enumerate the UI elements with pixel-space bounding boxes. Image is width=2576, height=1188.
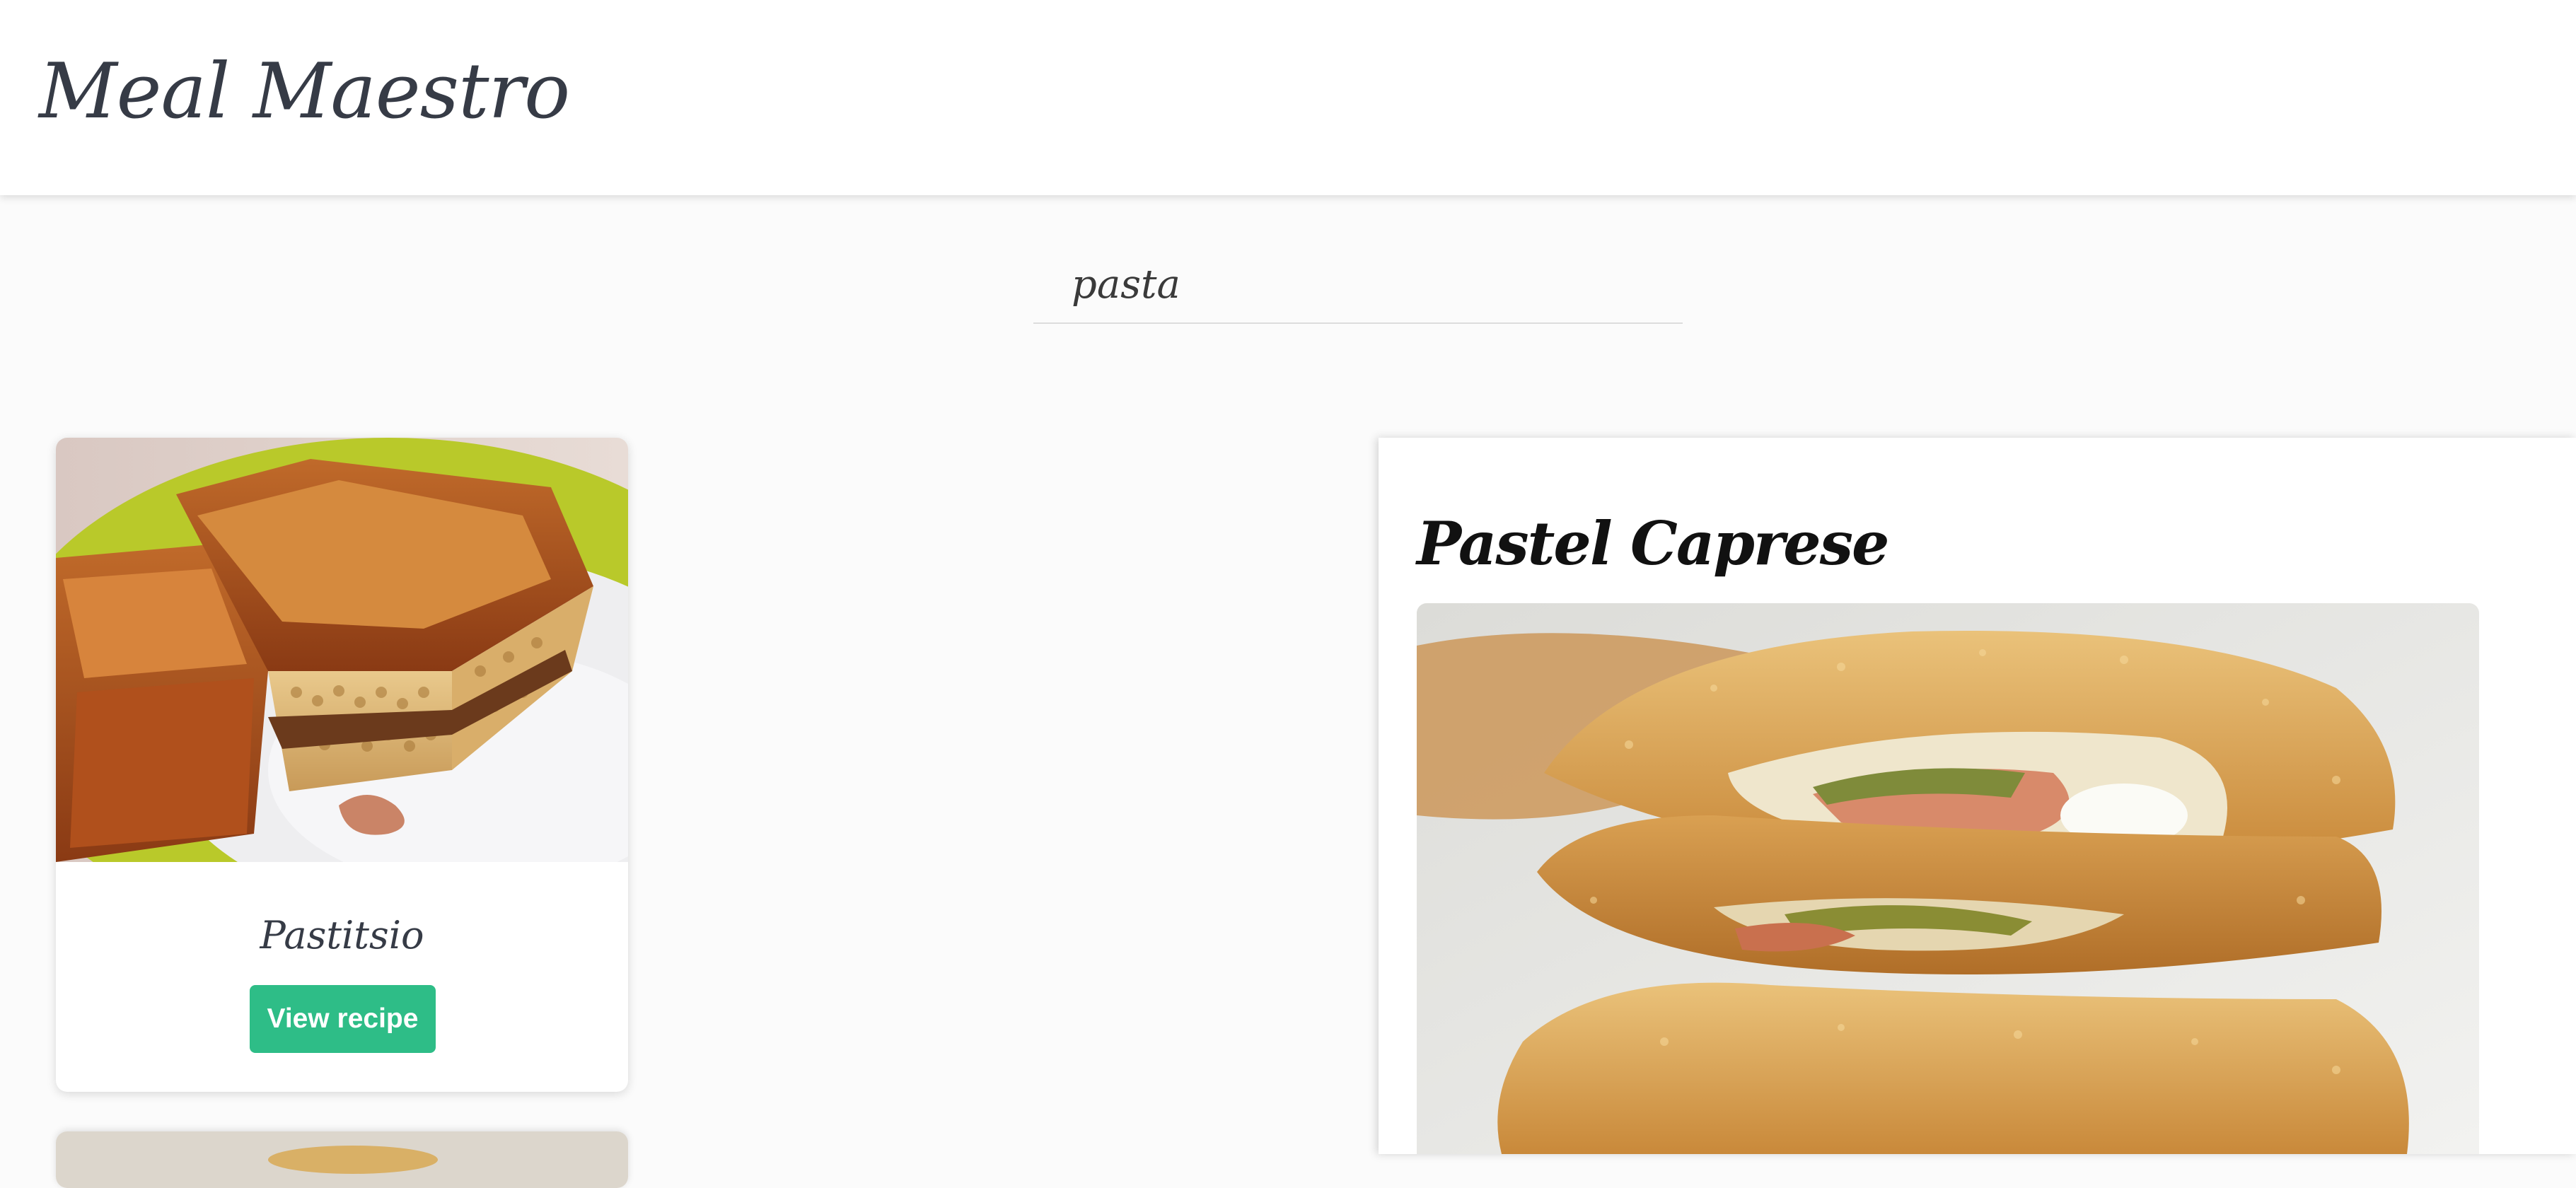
view-recipe-button[interactable]: View recipe	[250, 985, 436, 1053]
search-input[interactable]	[1033, 246, 1683, 322]
search-box	[1033, 246, 1683, 324]
pastitsio-photo	[56, 438, 628, 862]
brand-logo[interactable]: Meal Maestro	[39, 42, 570, 141]
recipe-card-title: Pastitsio	[260, 913, 424, 957]
partially-visible-recipe-photo	[56, 1131, 628, 1188]
recipe-card[interactable]	[56, 1131, 628, 1188]
recipe-detail-image	[1417, 603, 2479, 1154]
pastel-caprese-photo	[1417, 603, 2479, 1154]
app-header: Meal Maestro	[0, 0, 2576, 195]
recipe-card-image[interactable]	[56, 438, 628, 862]
recipe-detail-panel: Pastel Caprese	[1379, 438, 2576, 1154]
recipe-detail-title: Pastel Caprese	[1417, 508, 1889, 578]
recipe-card[interactable]: Pastitsio View recipe	[56, 438, 628, 1092]
